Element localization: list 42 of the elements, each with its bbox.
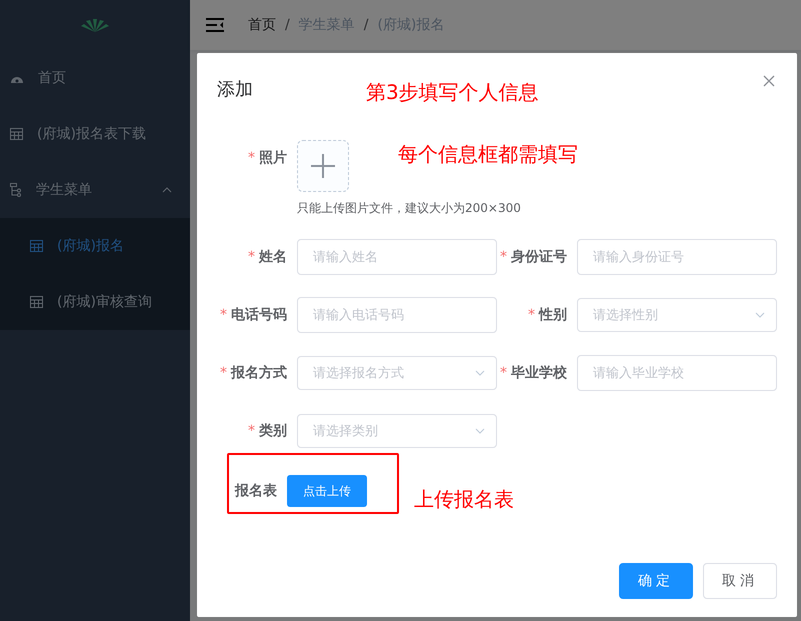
field-label: * 性别 xyxy=(527,306,567,325)
photo-upload[interactable] xyxy=(297,140,349,192)
plus-icon xyxy=(311,154,335,178)
select-field[interactable]: 请选择类别 xyxy=(297,414,497,448)
input-field[interactable]: 请输入姓名 xyxy=(297,239,497,275)
input-field[interactable]: 请输入电话号码 xyxy=(297,297,497,333)
chevron-icon xyxy=(475,370,485,376)
submenu-item[interactable]: (府城)报名 xyxy=(0,218,190,274)
select-field[interactable]: 请选择性别 xyxy=(577,298,777,332)
confirm-button[interactable]: 确定 xyxy=(619,563,693,599)
breadcrumb-separator: / xyxy=(285,17,290,33)
field-label: * 类别 xyxy=(247,422,287,441)
breadcrumb-separator: / xyxy=(364,17,368,33)
close-icon[interactable] xyxy=(763,75,775,87)
tree-icon xyxy=(10,183,22,197)
table-icon xyxy=(10,128,23,140)
input-field[interactable]: 请输入毕业学校 xyxy=(577,355,777,391)
field-label: * 报名方式 xyxy=(219,364,287,383)
annotation-text: 上传报名表 xyxy=(414,486,514,513)
logo-icon xyxy=(80,17,110,33)
upload-button[interactable]: 点击上传 xyxy=(287,475,367,507)
field-label: * 照片 xyxy=(247,149,287,168)
chevron-icon xyxy=(475,428,485,434)
select-field[interactable]: 请选择报名方式 xyxy=(297,356,497,390)
upload-hint: 只能上传图片文件，建议大小为200×300 xyxy=(297,200,521,217)
breadcrumb-item[interactable]: 首页 xyxy=(248,16,276,34)
field-label: * 毕业学校 xyxy=(499,364,567,383)
table-icon xyxy=(30,240,43,252)
annotation-text: 第3步填写个人信息 xyxy=(366,79,539,106)
annotation-text: 每个信息框都需填写 xyxy=(398,141,578,168)
submenu-item[interactable]: (府城)审核查询 xyxy=(0,274,190,330)
input-field[interactable]: 请输入身份证号 xyxy=(577,239,777,275)
chevron-icon xyxy=(162,187,172,193)
chevron-icon xyxy=(755,312,765,318)
table-icon xyxy=(30,296,43,308)
field-label: * 姓名 xyxy=(247,248,287,267)
dialog-title: 添加 xyxy=(217,78,253,101)
cancel-button[interactable]: 取消 xyxy=(703,563,777,599)
field-label: * 身份证号 xyxy=(499,248,567,267)
menu-icon[interactable] xyxy=(206,18,224,32)
field-label: * 电话号码 xyxy=(219,306,287,325)
field-label: 报名表 xyxy=(234,482,277,500)
